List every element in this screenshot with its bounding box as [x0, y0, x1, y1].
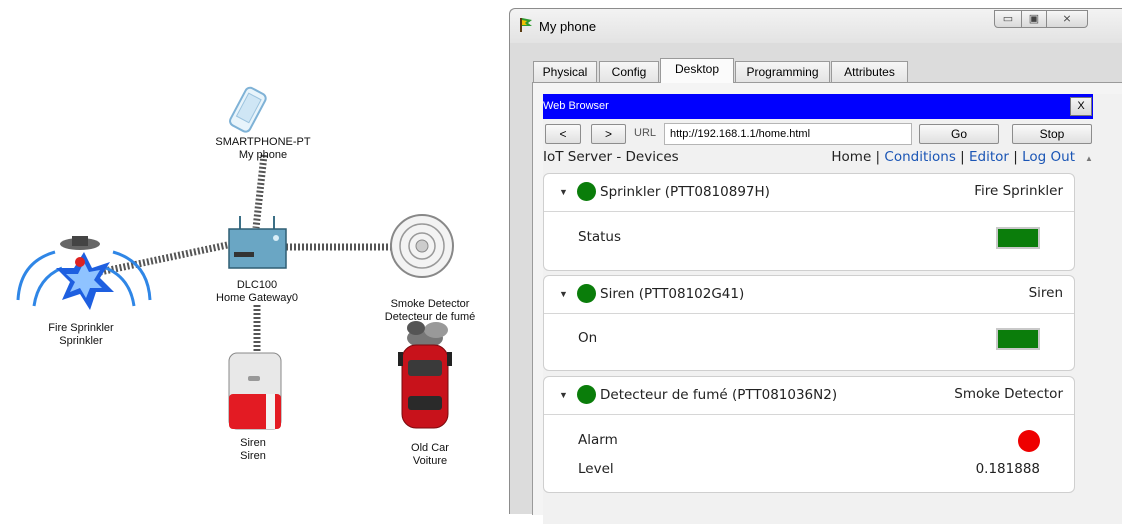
- smartphone-icon[interactable]: [228, 86, 267, 133]
- web-browser-titlebar: Web Browser X: [543, 94, 1093, 119]
- web-browser-title: Web Browser: [543, 100, 609, 112]
- tab-desktop[interactable]: Desktop: [660, 58, 734, 83]
- device-card-header[interactable]: ▼ Detecteur de fumé (PTT081036N2) Smoke …: [544, 377, 1074, 415]
- stop-button[interactable]: Stop: [1012, 124, 1092, 144]
- scroll-up-arrow-icon[interactable]: ▲: [1085, 154, 1093, 163]
- desktop-tab-panel: Web Browser X < > URL Go Stop IoT Server…: [532, 82, 1122, 524]
- device-label-smartphone: SMARTPHONE-PT My phone: [215, 136, 311, 161]
- collapse-caret-icon[interactable]: ▼: [559, 390, 568, 400]
- smoke-detector-icon[interactable]: [390, 214, 454, 278]
- url-input[interactable]: [664, 123, 912, 145]
- device-card-sprinkler: ▼ Sprinkler (PTT0810897H) Fire Sprinkler…: [543, 173, 1075, 271]
- nav-home-label: Home: [831, 149, 872, 165]
- car-icon[interactable]: [398, 321, 452, 429]
- device-type: Siren: [1028, 285, 1063, 301]
- nav-logout-link[interactable]: Log Out: [1022, 149, 1075, 165]
- nav-separator: |: [955, 149, 970, 165]
- device-type: Smoke Detector: [954, 386, 1063, 402]
- siren-icon[interactable]: [228, 352, 282, 430]
- device-label-smoke-detector: Smoke Detector Detecteur de fumé: [384, 298, 476, 323]
- property-label: Level: [578, 461, 614, 477]
- status-dot-icon: [577, 182, 596, 201]
- property-label: On: [578, 330, 598, 346]
- iot-server-page[interactable]: IoT Server - Devices Home | Conditions |…: [543, 146, 1093, 526]
- link-phone-gateway: [252, 154, 268, 229]
- network-topology-canvas[interactable]: SMARTPHONE-PT My phone DLC100 Home Gateway…: [0, 0, 500, 513]
- fire-sprinkler-icon[interactable]: [16, 236, 152, 310]
- page-nav: Home | Conditions | Editor | Log Out: [831, 149, 1075, 165]
- device-card-smoke-detector: ▼ Detecteur de fumé (PTT081036N2) Smoke …: [543, 376, 1075, 493]
- url-label: URL: [634, 127, 657, 139]
- link-sprinkler-gateway: [99, 240, 233, 276]
- tab-physical[interactable]: Physical: [533, 61, 597, 82]
- property-label: Status: [578, 229, 622, 245]
- on-toggle-indicator[interactable]: [996, 328, 1040, 350]
- tab-programming[interactable]: Programming: [735, 61, 830, 82]
- web-browser: Web Browser X < > URL Go Stop IoT Server…: [543, 94, 1122, 524]
- minimize-button[interactable]: ▭: [994, 10, 1022, 28]
- tab-config[interactable]: Config: [599, 61, 659, 82]
- device-name: Siren (PTT08102G41): [600, 286, 745, 302]
- device-card-header[interactable]: ▼ Sprinkler (PTT0810897H) Fire Sprinkler: [544, 174, 1074, 212]
- device-type: Fire Sprinkler: [974, 183, 1063, 199]
- device-label-sprinkler: Fire Sprinkler Sprinkler: [48, 322, 114, 347]
- nav-separator: |: [1008, 149, 1023, 165]
- device-card-siren: ▼ Siren (PTT08102G41) Siren On: [543, 275, 1075, 371]
- tab-attributes[interactable]: Attributes: [831, 61, 908, 82]
- collapse-caret-icon[interactable]: ▼: [559, 187, 568, 197]
- alarm-indicator-dot: [1018, 430, 1040, 452]
- window-title: My phone: [539, 19, 597, 34]
- status-toggle-indicator[interactable]: [996, 227, 1040, 249]
- nav-editor-link[interactable]: Editor: [969, 149, 1009, 165]
- device-label-car: Old Car Voiture: [411, 442, 449, 467]
- go-button[interactable]: Go: [919, 124, 999, 144]
- nav-separator: |: [871, 149, 885, 165]
- collapse-caret-icon[interactable]: ▼: [559, 289, 568, 299]
- nav-conditions-link[interactable]: Conditions: [884, 149, 955, 165]
- device-name: Sprinkler (PTT0810897H): [600, 184, 770, 200]
- status-dot-icon: [577, 385, 596, 404]
- close-window-button[interactable]: ⨯: [1046, 10, 1088, 28]
- device-label-gateway: DLC100 Home Gateway0: [216, 279, 298, 304]
- device-name: Detecteur de fumé (PTT081036N2): [600, 387, 838, 403]
- window-titlebar[interactable]: My phone ▭ ▣ ⨯: [510, 9, 1122, 43]
- forward-button[interactable]: >: [591, 124, 626, 144]
- maximize-button[interactable]: ▣: [1021, 10, 1047, 28]
- device-label-siren: Siren Siren: [240, 437, 266, 462]
- page-title: IoT Server - Devices: [543, 149, 679, 165]
- close-browser-button[interactable]: X: [1070, 97, 1092, 116]
- packet-tracer-icon: [520, 18, 532, 32]
- device-card-header[interactable]: ▼ Siren (PTT08102G41) Siren: [544, 276, 1074, 314]
- status-dot-icon: [577, 284, 596, 303]
- device-window: My phone ▭ ▣ ⨯ Physical Config Desktop P…: [509, 8, 1122, 524]
- back-button[interactable]: <: [545, 124, 581, 144]
- level-value: 0.181888: [975, 461, 1040, 477]
- property-label: Alarm: [578, 432, 618, 448]
